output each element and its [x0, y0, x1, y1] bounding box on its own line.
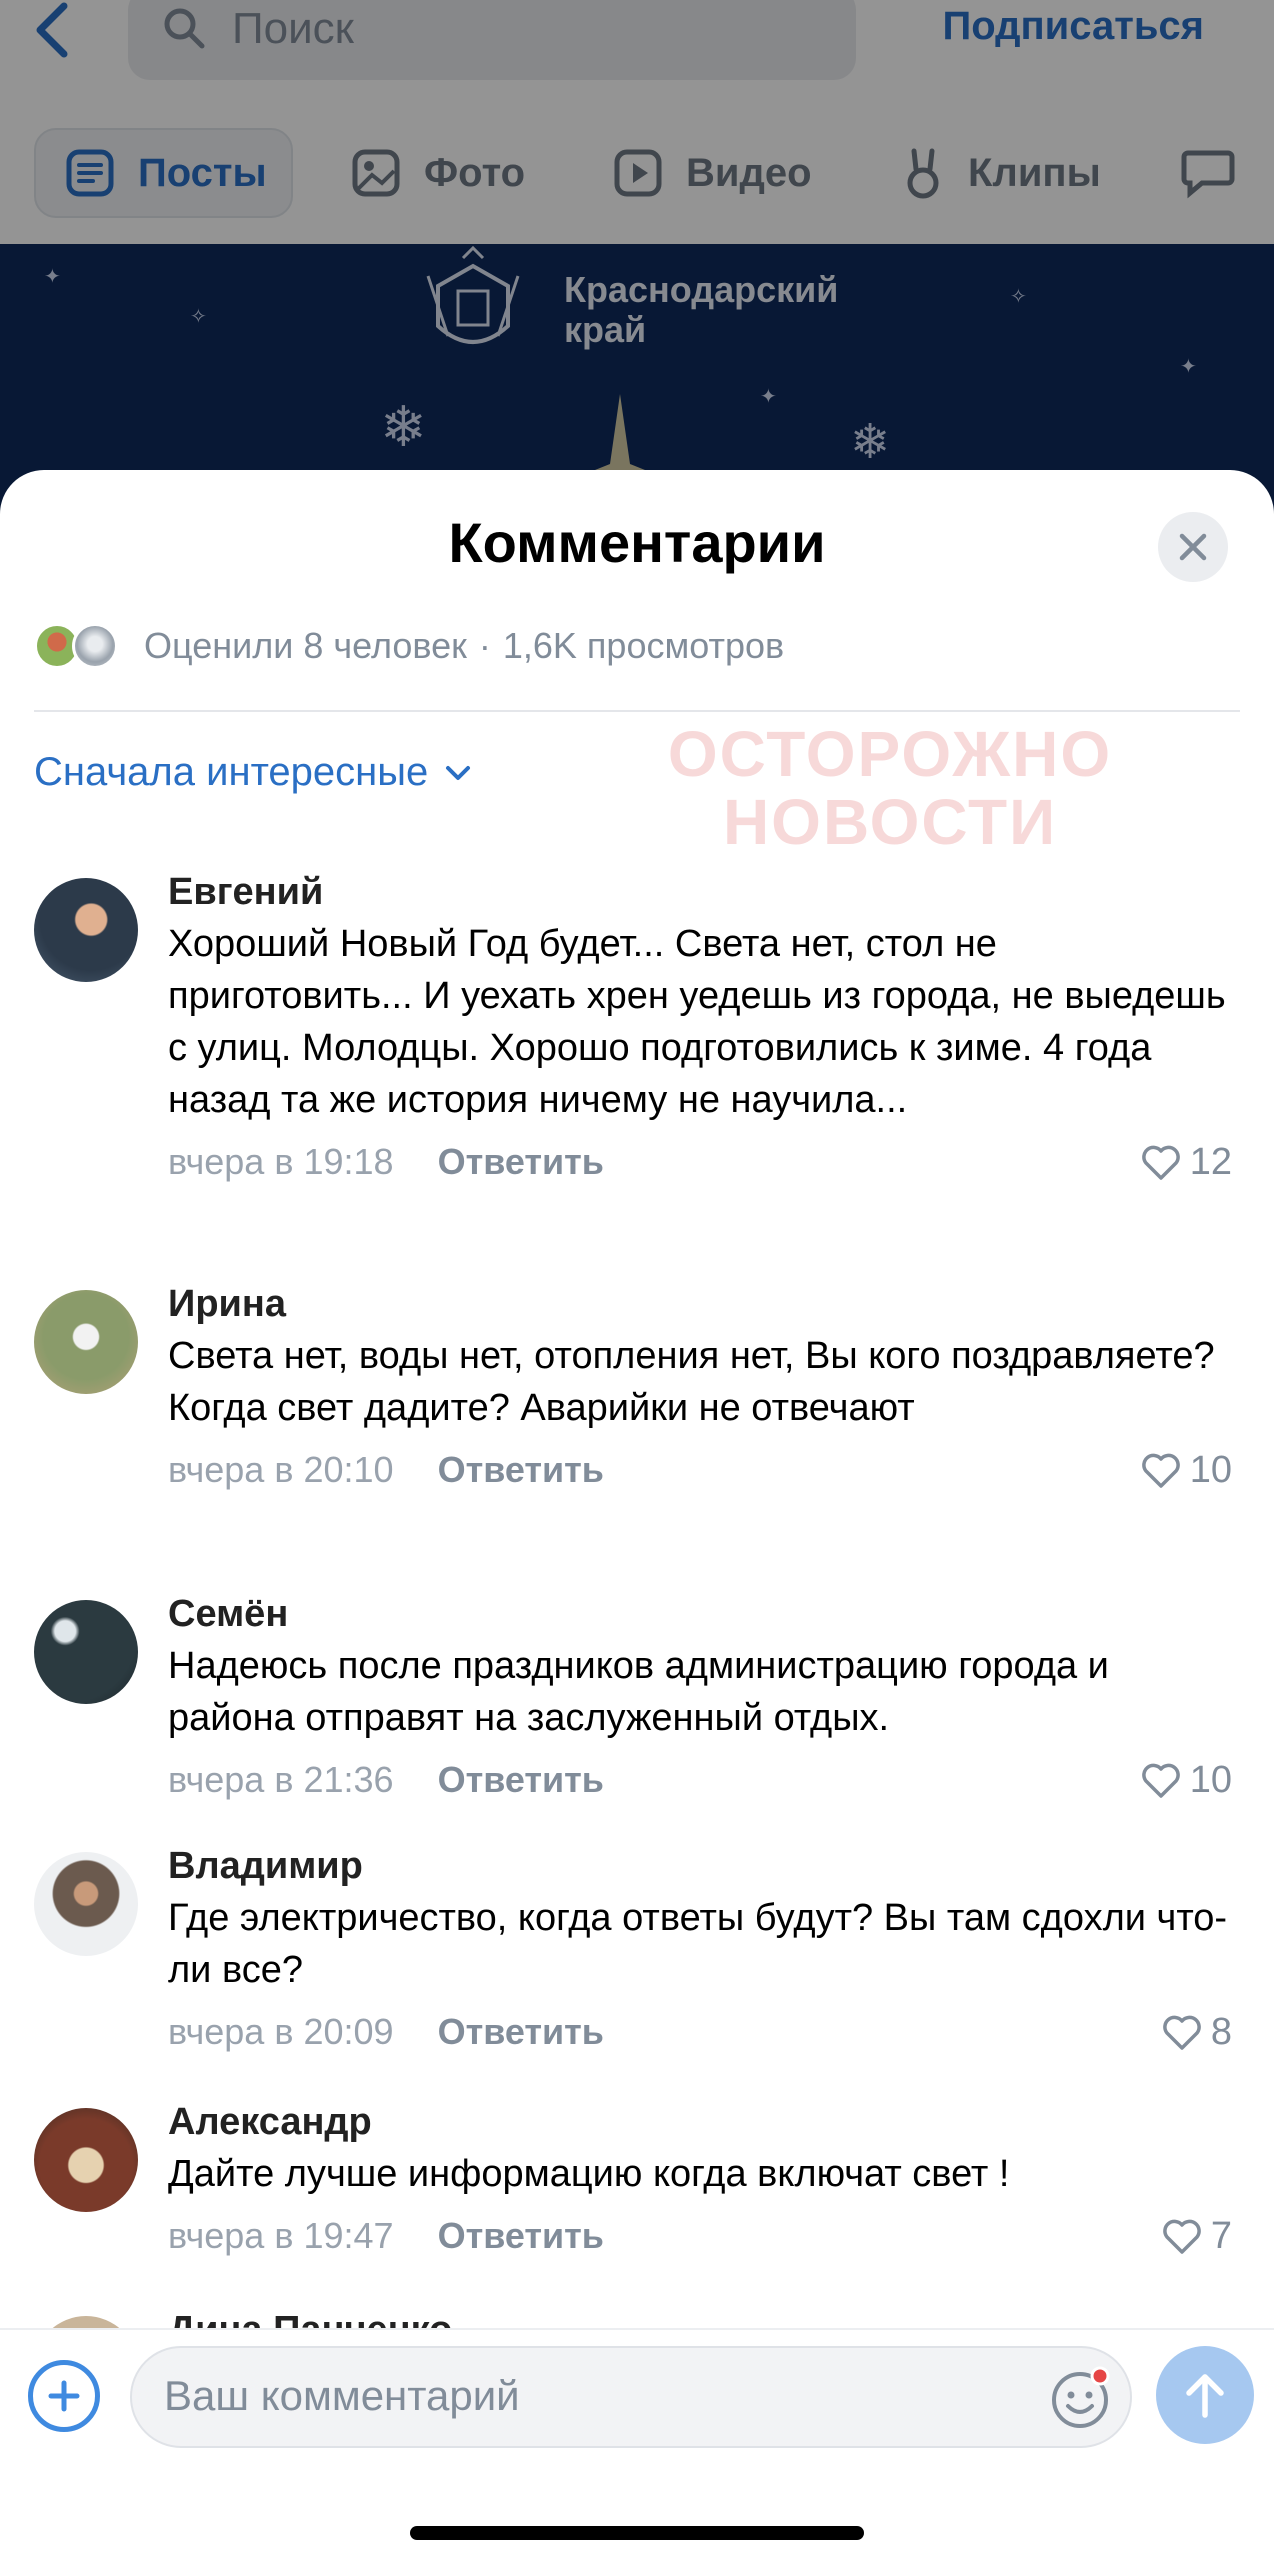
- avatar[interactable]: [34, 1600, 138, 1704]
- comment-author[interactable]: Дина Панченко: [168, 2304, 1238, 2328]
- avatar[interactable]: [34, 2316, 138, 2328]
- comment-meta: вчера в 21:36 Ответить 10: [168, 1754, 1238, 1806]
- like-count: 12: [1189, 1141, 1232, 1183]
- views-count-text: 1,6K просмотров: [502, 625, 785, 666]
- avatar: [72, 623, 118, 669]
- heart-icon: [1141, 1763, 1180, 1798]
- comment-body: Ирина Света нет, воды нет, отопления нет…: [168, 1278, 1238, 1496]
- heart-icon: [1163, 2015, 1201, 2050]
- comment-composer: Ваш комментарий: [0, 2328, 1274, 2560]
- comment-meta: вчера в 20:10 Ответить 10: [168, 1444, 1238, 1496]
- send-button[interactable]: [1156, 2346, 1254, 2444]
- sort-label: Сначала интересные: [34, 750, 429, 794]
- comment-body: Владимир Где электричество, когда ответы…: [168, 1840, 1238, 2058]
- comment-text: Надеюсь после праздников администрацию г…: [168, 1645, 1109, 1739]
- heart-icon: [1141, 1453, 1180, 1488]
- avatar[interactable]: [34, 878, 138, 982]
- reply-button[interactable]: Ответить: [438, 2011, 604, 2052]
- liker-avatars: [34, 621, 124, 671]
- reply-button[interactable]: Ответить: [438, 1141, 604, 1182]
- comment-body: Александр Дайте лучше информацию когда в…: [168, 2096, 1238, 2262]
- close-icon: [1179, 533, 1207, 561]
- heart-icon: [1141, 1145, 1180, 1180]
- chevron-down-icon: [446, 765, 471, 780]
- like-count: 10: [1189, 1759, 1232, 1801]
- comment-body: Евгений Хороший Новый Год будет... Света…: [168, 866, 1238, 1188]
- comment-author[interactable]: Александр: [168, 2096, 1238, 2148]
- separator: ·: [478, 625, 491, 666]
- comment-time: вчера в 19:47: [168, 2215, 394, 2256]
- comment-placeholder: Ваш комментарий: [164, 2372, 520, 2419]
- comment-body: Дина Панченко: [168, 2304, 1238, 2328]
- arrow-up-icon: [1186, 2374, 1224, 2418]
- comment-text: Света нет, воды нет, отопления нет, Вы к…: [168, 1335, 1215, 1429]
- like-count: 10: [1189, 1449, 1232, 1491]
- avatar[interactable]: [34, 1290, 138, 1394]
- comments-sheet: Комментарии Оценили 8 человек · 1,6K про…: [0, 470, 1274, 2560]
- comment-item-partial: Дина Панченко: [0, 2304, 1274, 2328]
- comment-author[interactable]: Владимир: [168, 1840, 1238, 1892]
- close-button[interactable]: [1158, 512, 1228, 582]
- divider: [34, 710, 1240, 712]
- reply-button[interactable]: Ответить: [438, 2215, 604, 2256]
- like-button[interactable]: 12: [1140, 1136, 1232, 1188]
- comment-author[interactable]: Евгений: [168, 866, 1238, 918]
- comment-time: вчера в 21:36: [168, 1759, 394, 1800]
- comment-input[interactable]: Ваш комментарий: [130, 2346, 1132, 2448]
- comment-meta: вчера в 19:47 Ответить 7: [168, 2210, 1238, 2262]
- avatar[interactable]: [34, 2108, 138, 2212]
- comment-text: Хороший Новый Год будет... Света нет, ст…: [168, 923, 1226, 1121]
- comment-author[interactable]: Семён: [168, 1588, 1238, 1640]
- comment-time: вчера в 20:09: [168, 2011, 394, 2052]
- plus-icon: [48, 2380, 80, 2412]
- emoji-icon[interactable]: [1046, 2364, 1114, 2432]
- comment-meta: вчера в 20:09 Ответить 8: [168, 2006, 1238, 2058]
- like-button[interactable]: 7: [1161, 2210, 1232, 2262]
- comment-text: Где электричество, когда ответы будут? В…: [168, 1897, 1228, 1991]
- sort-dropdown[interactable]: Сначала интересные: [34, 750, 472, 795]
- like-count: 8: [1210, 2011, 1232, 2053]
- home-indicator: [410, 2526, 864, 2540]
- reply-button[interactable]: Ответить: [438, 1449, 604, 1490]
- like-count: 7: [1210, 2215, 1232, 2257]
- likes-summary[interactable]: Оценили 8 человек · 1,6K просмотров: [34, 618, 784, 674]
- like-button[interactable]: 8: [1161, 2006, 1232, 2058]
- comment-author[interactable]: Ирина: [168, 1278, 1238, 1330]
- comment-time: вчера в 19:18: [168, 1141, 394, 1182]
- watermark: ОСТОРОЖНО НОВОСТИ: [667, 718, 1113, 858]
- sheet-title: Комментарии: [448, 511, 826, 574]
- reply-button[interactable]: Ответить: [438, 1759, 604, 1800]
- attach-button[interactable]: [28, 2360, 100, 2432]
- comment-time: вчера в 20:10: [168, 1449, 394, 1490]
- like-button[interactable]: 10: [1140, 1444, 1232, 1496]
- heart-icon: [1163, 2219, 1201, 2254]
- like-button[interactable]: 10: [1140, 1754, 1232, 1806]
- avatar[interactable]: [34, 1852, 138, 1956]
- comment-text: Дайте лучше информацию когда включат све…: [168, 2153, 1010, 2195]
- comment-body: Семён Надеюсь после праздников администр…: [168, 1588, 1238, 1806]
- comment-meta: вчера в 19:18 Ответить 12: [168, 1136, 1238, 1188]
- likes-count-text: Оценили 8 человек: [144, 625, 467, 666]
